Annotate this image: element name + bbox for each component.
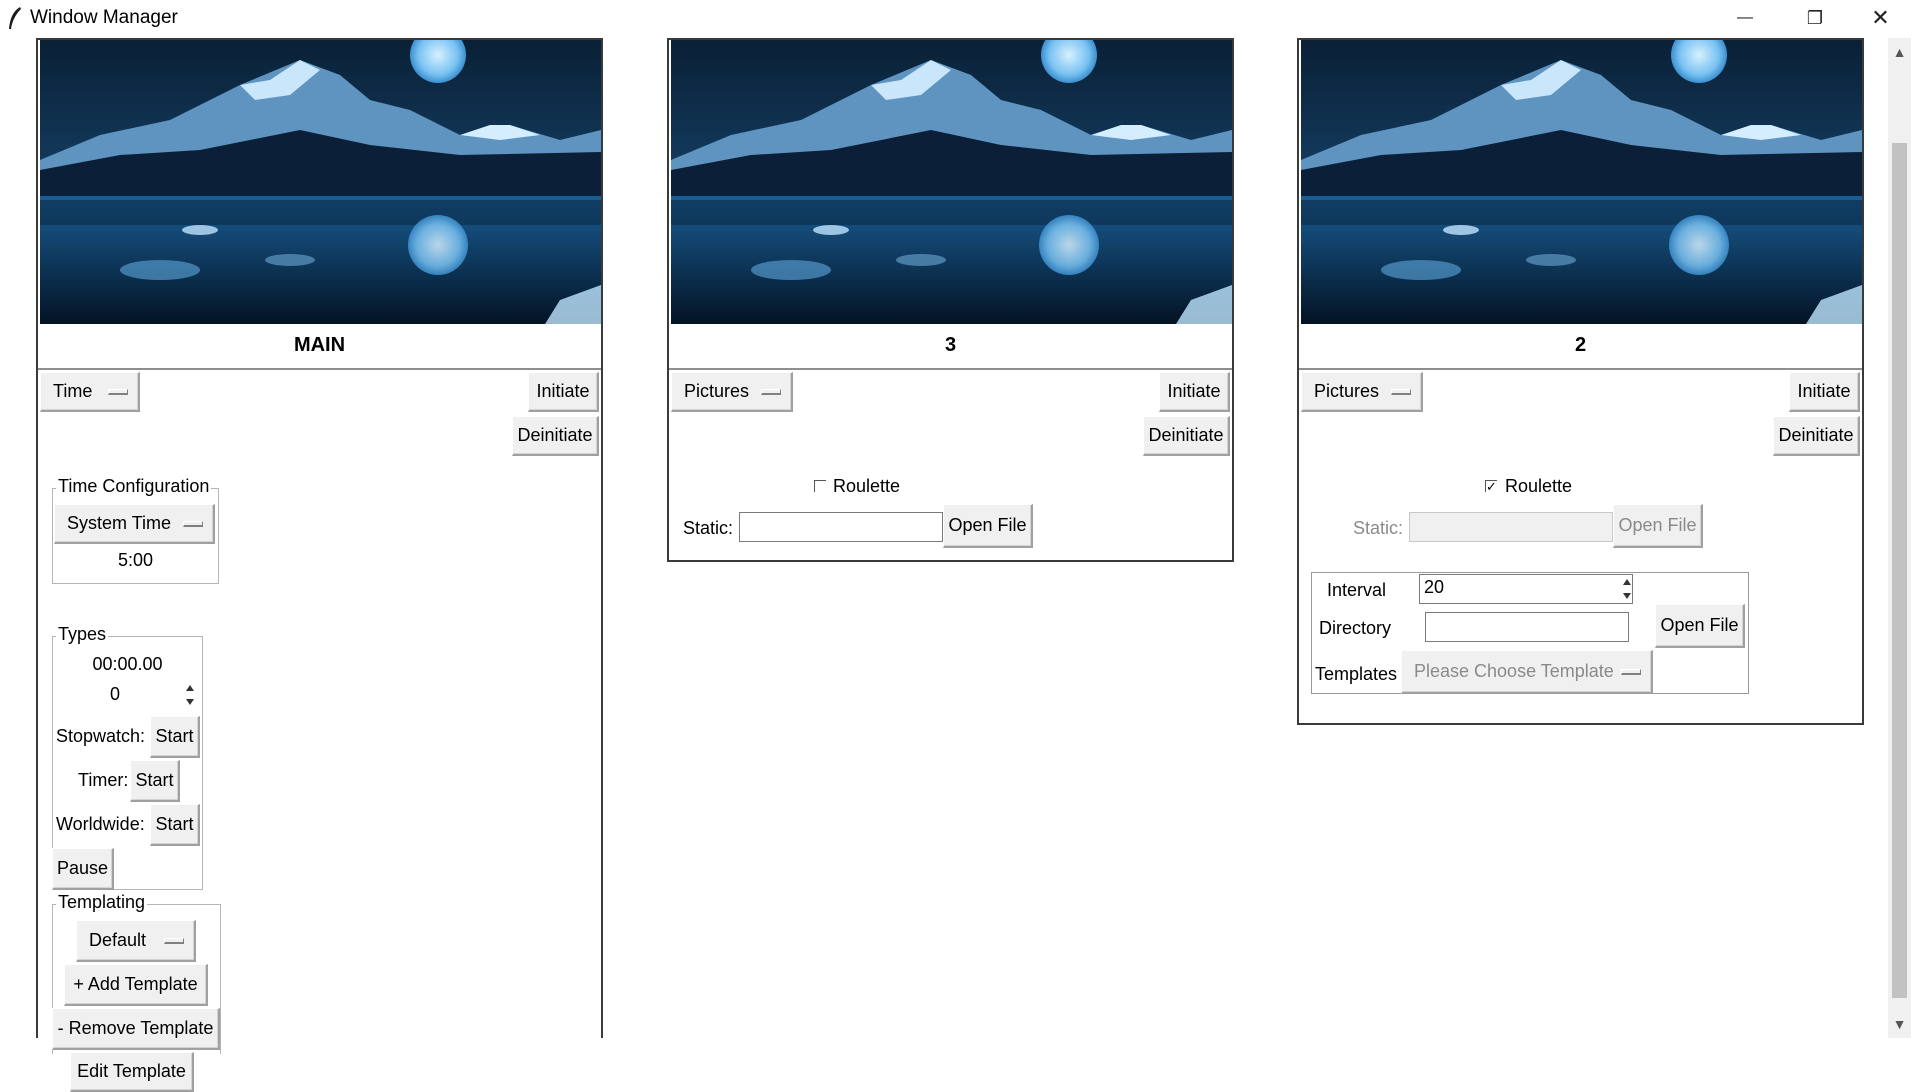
divider — [1299, 368, 1862, 370]
divider — [669, 368, 1232, 370]
landscape-image — [1301, 40, 1862, 324]
templates-menu[interactable]: Please Choose Template — [1401, 650, 1653, 694]
landscape-image — [40, 40, 601, 324]
time-config-title: Time Configuration — [56, 476, 212, 497]
static-input[interactable] — [739, 512, 943, 542]
template-menu-label: Default — [89, 930, 147, 950]
time-value: 5:00 — [117, 550, 154, 570]
pause-button[interactable]: Pause — [52, 848, 114, 890]
time-source-label: System Time — [67, 513, 172, 533]
menu-indicator-icon — [164, 937, 184, 944]
stopwatch-start-button[interactable]: Start — [150, 716, 200, 758]
static-input[interactable] — [1409, 512, 1613, 542]
mode-menu-label: Pictures — [684, 381, 750, 401]
roulette-label: Roulette — [833, 476, 901, 496]
mode-menu[interactable]: Pictures — [671, 372, 793, 412]
scrollbar-thumb[interactable] — [1892, 143, 1907, 998]
restore-icon: ❐ — [1806, 7, 1824, 28]
feather-icon — [9, 7, 21, 29]
interval-label: Interval — [1327, 580, 1387, 600]
deinitiate-button[interactable]: Deinitiate — [512, 416, 599, 456]
landscape-image — [671, 40, 1232, 324]
remove-template-button[interactable]: - Remove Template — [52, 1008, 220, 1050]
mode-menu[interactable]: Pictures — [1301, 372, 1423, 412]
title-bar: Window Manager — ❐ ✕ — [0, 0, 1911, 38]
worldwide-label: Worldwide: — [56, 814, 145, 834]
menu-indicator-icon — [1621, 668, 1641, 675]
menu-indicator-icon — [183, 520, 203, 527]
initiate-button[interactable]: Initiate — [1789, 372, 1860, 412]
panel-caption: 2 — [1574, 334, 1587, 356]
window-title: Window Manager — [30, 7, 178, 28]
time-source-menu[interactable]: System Time — [54, 504, 215, 544]
mode-menu-label: Time — [53, 381, 93, 401]
initiate-button[interactable]: Initiate — [1159, 372, 1230, 412]
directory-label: Directory — [1319, 618, 1392, 638]
timer-label: Timer: — [78, 770, 129, 790]
menu-indicator-icon — [108, 388, 128, 395]
divider — [38, 368, 601, 370]
panel-caption: 3 — [944, 334, 957, 356]
panel-caption: MAIN — [293, 334, 346, 356]
deinitiate-button[interactable]: Deinitiate — [1773, 416, 1860, 456]
interval-spinbox[interactable]: 20 — [1419, 574, 1633, 604]
roulette-checkbox[interactable] — [814, 480, 826, 492]
types-spin-value[interactable]: 0 — [110, 684, 120, 705]
directory-open-file-button[interactable]: Open File — [1655, 604, 1745, 648]
worldwide-start-button[interactable]: Start — [150, 804, 200, 846]
panel-2: 2 Pictures Initiate Deinitiate ✓ Roulett… — [1297, 38, 1864, 725]
restore-button[interactable]: ❐ — [1780, 0, 1850, 36]
timer-start-button[interactable]: Start — [130, 760, 180, 802]
deinitiate-button[interactable]: Deinitiate — [1143, 416, 1230, 456]
templating-title: Templating — [56, 892, 148, 913]
menu-indicator-icon — [761, 388, 781, 395]
roulette-label: Roulette — [1505, 476, 1573, 496]
vertical-scrollbar[interactable]: ▲ ▼ — [1888, 38, 1911, 1038]
open-file-button[interactable]: Open File — [943, 504, 1033, 548]
templates-label: Templates — [1315, 664, 1398, 684]
add-template-button[interactable]: + Add Template — [64, 964, 208, 1006]
panel-3: 3 Pictures Initiate Deinitiate Roulette … — [667, 38, 1234, 562]
elapsed-time: 00:00.00 — [92, 654, 163, 674]
minimize-button[interactable]: — — [1710, 0, 1780, 36]
close-button[interactable]: ✕ — [1850, 0, 1911, 36]
scroll-up-icon[interactable]: ▲ — [1888, 42, 1911, 62]
templates-menu-label: Please Choose Template — [1414, 661, 1614, 681]
static-label: Static: — [1353, 518, 1404, 538]
mode-menu[interactable]: Time — [40, 372, 140, 412]
spinbox-arrows-icon[interactable] — [184, 682, 196, 708]
open-file-button[interactable]: Open File — [1613, 504, 1703, 548]
menu-indicator-icon — [1391, 388, 1411, 395]
initiate-button[interactable]: Initiate — [528, 372, 599, 412]
directory-input[interactable] — [1425, 612, 1629, 642]
mode-menu-label: Pictures — [1314, 381, 1380, 401]
panel-main: MAIN Time Initiate Deinitiate Time Confi… — [36, 38, 603, 1092]
edit-template-button[interactable]: Edit Template — [70, 1052, 194, 1092]
static-label: Static: — [683, 518, 734, 538]
types-title: Types — [56, 624, 109, 645]
stopwatch-label: Stopwatch: — [56, 726, 146, 746]
scroll-down-icon[interactable]: ▼ — [1888, 1014, 1911, 1034]
roulette-checkbox[interactable]: ✓ — [1485, 480, 1497, 493]
template-menu[interactable]: Default — [76, 920, 196, 962]
spinbox-arrows-icon[interactable] — [1621, 576, 1633, 602]
minimize-icon: — — [1737, 9, 1753, 26]
close-icon: ✕ — [1871, 5, 1890, 30]
